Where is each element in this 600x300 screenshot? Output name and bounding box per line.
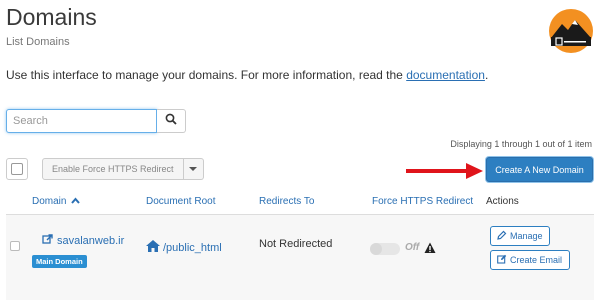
force-https-toggle[interactable] [370, 243, 400, 255]
create-email-button[interactable]: Create Email [490, 250, 570, 270]
intro-text-body: Use this interface to manage your domain… [6, 68, 407, 82]
column-header-actions: Actions [486, 196, 519, 207]
force-https-button-group: Enable Force HTTPS Redirect [42, 158, 204, 180]
domain-link[interactable]: savalanweb.ir [42, 234, 124, 248]
edit-icon [497, 254, 507, 266]
pagination-summary: Displaying 1 through 1 out of 1 item [450, 139, 592, 149]
chevron-up-icon [71, 196, 81, 207]
create-email-label: Create Email [510, 255, 563, 265]
checkbox-box [11, 163, 23, 175]
column-header-domain[interactable]: Domain [32, 196, 81, 208]
force-https-state-label: Off [405, 242, 420, 253]
warning-icon [424, 241, 436, 253]
intro-text-end: . [484, 68, 489, 82]
force-https-dropdown-toggle[interactable] [183, 158, 204, 180]
external-link-icon [42, 234, 53, 248]
redirects-to-value: Not Redirected [259, 238, 333, 250]
force-https-button[interactable]: Enable Force HTTPS Redirect [42, 158, 184, 180]
page-subtitle: List Domains [6, 36, 70, 48]
select-all-checkbox[interactable] [6, 158, 28, 180]
manage-button[interactable]: Manage [490, 226, 550, 246]
red-arrow-annotation [404, 162, 484, 180]
create-domain-button[interactable]: Create A New Domain [486, 157, 593, 182]
search-icon [165, 112, 177, 130]
search-button[interactable] [157, 109, 186, 133]
column-header-force-https[interactable]: Force HTTPS Redirect [372, 196, 473, 207]
search-input[interactable] [6, 109, 157, 133]
document-root-link[interactable]: /public_html [146, 240, 222, 255]
column-header-document-root[interactable]: Document Root [146, 196, 215, 207]
domain-header-label: Domain [32, 196, 67, 208]
caret-down-icon [189, 167, 198, 171]
domain-name: savalanweb.ir [57, 235, 125, 247]
brand-logo [548, 8, 594, 54]
manage-label: Manage [510, 231, 543, 241]
intro-text: Use this interface to manage your domain… [6, 68, 488, 82]
row-checkbox[interactable] [10, 241, 20, 251]
document-root-path: /public_html [163, 241, 222, 254]
main-domain-badge: Main Domain [32, 255, 87, 268]
edit-icon [497, 230, 507, 242]
home-icon [146, 240, 160, 255]
search-bar [6, 109, 186, 133]
documentation-link[interactable]: documentation [406, 68, 485, 82]
toggle-knob [370, 243, 382, 255]
page-title: Domains [6, 4, 97, 30]
column-header-redirects-to[interactable]: Redirects To [259, 196, 314, 207]
